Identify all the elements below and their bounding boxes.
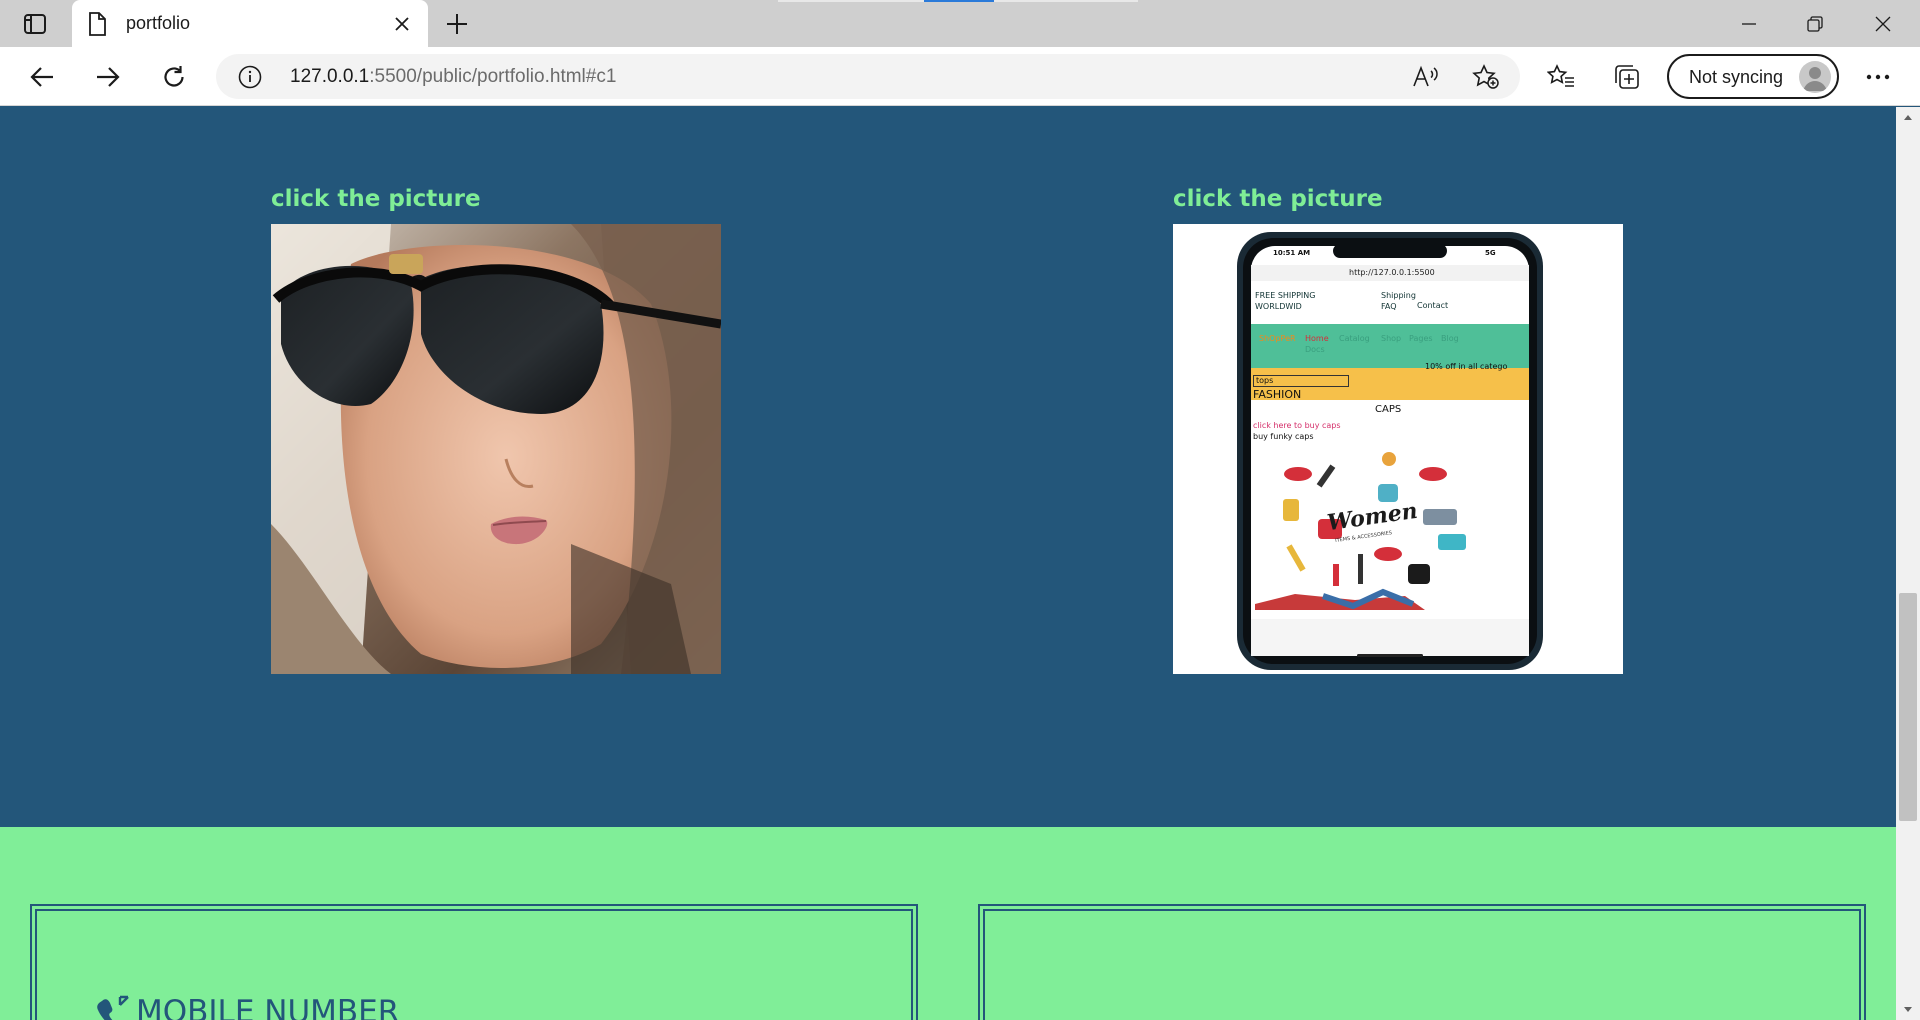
new-tab-button[interactable] xyxy=(440,8,474,40)
phone-status-signal: 5G xyxy=(1485,249,1496,257)
portfolio-image-phone[interactable]: 10:51 AM 5G http://127.0.0.1:5500 FREE S… xyxy=(1173,224,1623,674)
mobile-number-label: MOBILE NUMBER xyxy=(136,994,400,1020)
collections-icon xyxy=(1615,65,1639,89)
phone-nav-blog: Blog xyxy=(1441,334,1459,343)
phone-top-bar-shipping: FREE SHIPPING WORLDWID xyxy=(1255,291,1316,311)
tab-portfolio[interactable]: portfolio xyxy=(72,0,428,47)
loading-indicator xyxy=(924,0,994,2)
phone-tagline: buy funky caps xyxy=(1253,432,1314,441)
phone-brand: ShOpPeR xyxy=(1259,334,1296,343)
phone-nav-shop: Shop xyxy=(1381,334,1402,343)
forward-button[interactable] xyxy=(88,57,128,97)
portfolio-section: click the picture click the picture 10:5… xyxy=(0,107,1896,827)
sync-button[interactable]: Not syncing xyxy=(1667,54,1839,99)
tab-bar: portfolio xyxy=(0,0,1920,47)
page-viewport: click the picture click the picture 10:5… xyxy=(0,107,1896,1020)
caret-down-icon xyxy=(1904,1007,1912,1012)
mobile-number-heading: MOBILE NUMBER xyxy=(96,994,399,1020)
phone-nav-pages: Pages xyxy=(1409,334,1433,343)
scroll-down-button[interactable] xyxy=(1896,1000,1920,1020)
info-icon[interactable] xyxy=(238,65,262,94)
caret-up-icon xyxy=(1904,115,1912,120)
page-icon xyxy=(88,12,106,41)
page-scrollbar[interactable] xyxy=(1896,107,1920,1020)
favorites-icon xyxy=(1547,64,1574,87)
phone-nav-home: Home xyxy=(1305,334,1329,343)
phone-nav-docs: Docs xyxy=(1305,345,1325,354)
woman-sunglasses-photo xyxy=(271,224,721,674)
refresh-icon xyxy=(164,66,184,87)
minimize-icon xyxy=(1742,22,1756,25)
sync-label: Not syncing xyxy=(1689,67,1784,87)
phone-heading: FASHION xyxy=(1253,388,1302,401)
phone-top-bar-contact: Contact xyxy=(1417,301,1449,310)
plus-icon xyxy=(447,14,467,34)
phone-link: click here to buy caps xyxy=(1253,421,1341,430)
address-bar[interactable]: 127.0.0.1:5500/public/portfolio.html#c1 xyxy=(216,54,1520,99)
close-window-button[interactable] xyxy=(1850,0,1916,47)
minimize-button[interactable] xyxy=(1716,0,1782,47)
scroll-up-button[interactable] xyxy=(1896,107,1920,127)
card-caption: click the picture xyxy=(1173,186,1383,212)
phone-nav-catalog: Catalog xyxy=(1339,334,1370,343)
close-icon xyxy=(1875,16,1891,31)
restore-icon xyxy=(1807,15,1823,32)
url-text[interactable]: 127.0.0.1:5500/public/portfolio.html#c1 xyxy=(290,66,616,88)
card-caption: click the picture xyxy=(271,186,481,212)
scrollbar-thumb[interactable] xyxy=(1899,593,1917,821)
phone-call-icon xyxy=(97,995,129,1020)
tab-actions-button[interactable] xyxy=(10,8,60,40)
portfolio-image-sunglasses[interactable] xyxy=(271,224,721,674)
browser-toolbar: 127.0.0.1:5500/public/portfolio.html#c1 … xyxy=(0,47,1920,106)
close-tab-icon[interactable] xyxy=(390,12,414,36)
url-path: :5500/public/portfolio.html#c1 xyxy=(369,66,617,87)
back-button[interactable] xyxy=(22,57,62,97)
phone-address: http://127.0.0.1:5500 xyxy=(1349,268,1435,277)
read-aloud-icon[interactable] xyxy=(1412,64,1440,95)
phone-select: tops xyxy=(1253,375,1349,387)
phone-subheading: CAPS xyxy=(1375,404,1402,415)
tab-actions-icon xyxy=(24,14,46,34)
more-icon xyxy=(1866,74,1890,80)
more-menu-button[interactable] xyxy=(1860,59,1896,95)
avatar xyxy=(1799,61,1831,93)
contact-box-secondary xyxy=(978,904,1866,1020)
phone-status-time: 10:51 AM xyxy=(1273,249,1311,257)
phone-promo: 10% off in all catego xyxy=(1425,362,1508,371)
favorites-button[interactable] xyxy=(1543,59,1579,95)
restore-button[interactable] xyxy=(1782,0,1848,47)
add-favorite-icon[interactable] xyxy=(1472,64,1500,95)
collections-button[interactable] xyxy=(1609,59,1645,95)
tab-title: portfolio xyxy=(126,13,191,33)
refresh-button[interactable] xyxy=(154,57,194,97)
back-arrow-icon xyxy=(30,67,53,87)
forward-arrow-icon xyxy=(97,67,120,87)
url-host: 127.0.0.1 xyxy=(290,66,370,87)
